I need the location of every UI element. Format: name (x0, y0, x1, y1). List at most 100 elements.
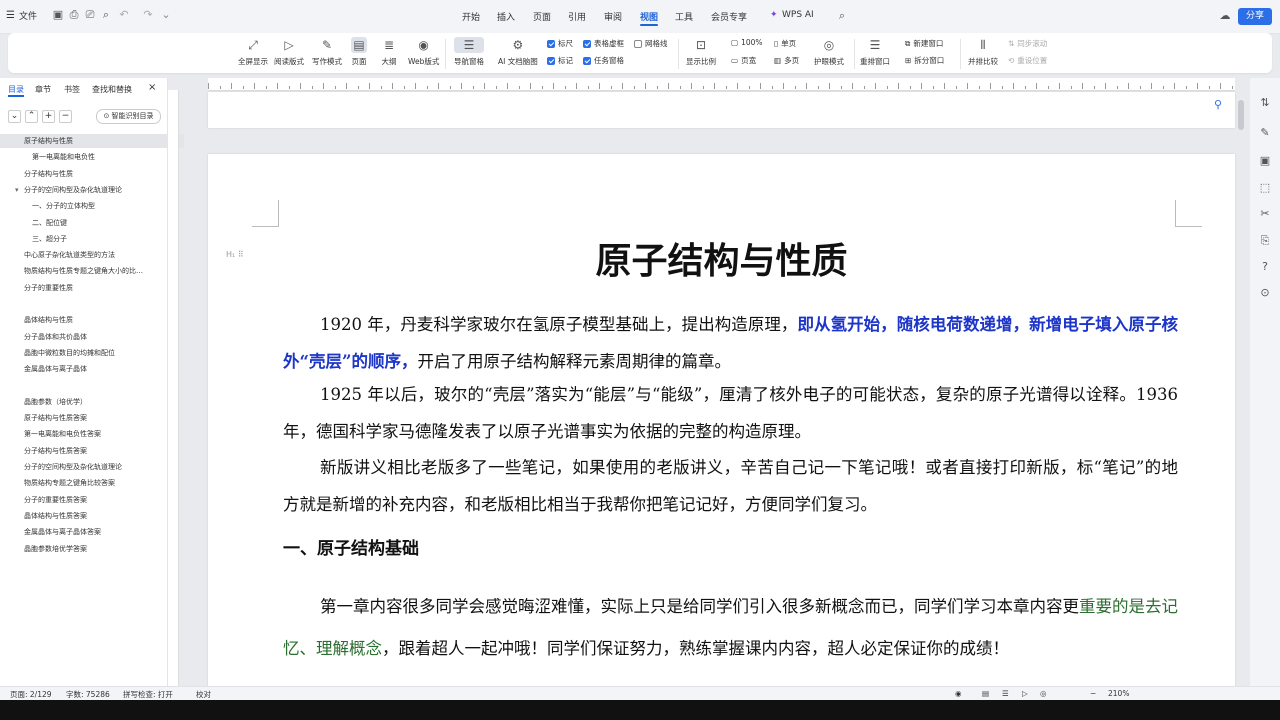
zoom-100-button[interactable]: ▢ 100% (731, 38, 763, 47)
menu-member[interactable]: 会员专享 (711, 10, 747, 23)
menu-review[interactable]: 审阅 (604, 10, 622, 23)
select-icon[interactable]: ⬚ (1258, 181, 1272, 195)
zoom-ratio-button[interactable]: ⊡ 显示比例 (686, 35, 716, 67)
side-by-side-button[interactable]: ⫴ 并排比较 (968, 35, 998, 67)
new-doc-icon[interactable]: ▣ (52, 9, 64, 21)
toc-item[interactable]: 分子的重要性质答案 (0, 493, 184, 507)
toc-item[interactable]: 分子晶体和共价晶体 (0, 330, 184, 344)
close-icon[interactable]: × (148, 82, 156, 93)
fullscreen-button[interactable]: ⤢ 全屏显示 (238, 35, 268, 67)
share-button[interactable]: 分享 (1238, 8, 1272, 25)
toc-item[interactable]: 晶胞参数（培优学） (0, 395, 184, 409)
collapse-all-icon[interactable]: ⌄ (8, 110, 21, 123)
word-count[interactable]: 字数: 75286 (66, 689, 110, 700)
reset-position-button[interactable]: ⟲ 重设位置 (1008, 55, 1047, 66)
reading-layout-button[interactable]: ▷ 阅读版式 (274, 35, 304, 67)
tools-icon[interactable]: ✂ (1258, 207, 1272, 221)
zoom-level[interactable]: 210% (1108, 689, 1129, 698)
single-page-button[interactable]: ▯ 单页 (774, 38, 796, 49)
task-pane-checkbox[interactable]: 任务窗格 (583, 55, 624, 66)
main-scrollbar[interactable] (1238, 100, 1244, 130)
toc-item[interactable]: 金属晶体与离子晶体 (0, 362, 184, 376)
menu-view[interactable]: 视图 (640, 10, 658, 23)
remove-heading-icon[interactable]: − (59, 110, 72, 123)
backup-icon[interactable]: ⊙ (1258, 286, 1272, 300)
share-icon[interactable]: ⎘ (1258, 234, 1272, 248)
undo-icon[interactable]: ↶ (118, 9, 130, 21)
smart-toc-button[interactable]: ⊙ 智能识别目录 (96, 109, 161, 124)
writing-mode-button[interactable]: ✎ 写作模式 (312, 35, 342, 67)
toc-item[interactable]: 第一电离能和电负性答案 (0, 427, 184, 441)
vertical-ruler[interactable] (168, 90, 179, 686)
table-gridlines-checkbox[interactable]: 表格虚框 (583, 38, 624, 49)
help-icon[interactable]: ? (1258, 260, 1272, 274)
toc-item[interactable] (0, 379, 184, 393)
toc-item[interactable]: 晶胞中微粒数目的均摊和配位 (0, 346, 184, 360)
markup-checkbox[interactable]: 标记 (547, 55, 573, 66)
menu-wps-ai[interactable]: WPS AI (782, 10, 814, 20)
sync-scroll-button[interactable]: ⇅ 同步滚动 (1008, 38, 1047, 49)
adjust-icon[interactable]: ⇅ (1258, 96, 1272, 110)
multi-page-button[interactable]: ▥ 多页 (774, 55, 799, 66)
toc-item[interactable]: 中心原子杂化轨道类型的方法 (0, 248, 184, 262)
file-menu[interactable]: ☰ 文件 (6, 9, 37, 22)
ai-mindmap-button[interactable]: ⚙ AI 文档脑图 (498, 35, 538, 67)
nav-pane-button[interactable]: ☰ 导航窗格 (454, 35, 484, 67)
menu-references[interactable]: 引用 (568, 10, 586, 23)
web-view-icon[interactable]: ◎ (1040, 689, 1047, 698)
tab-toc[interactable]: 目录 (8, 84, 24, 95)
image-edit-icon[interactable]: ▣ (1258, 154, 1272, 168)
menu-insert[interactable]: 插入 (497, 10, 515, 23)
redo-icon[interactable]: ↷ (142, 9, 154, 21)
outline-view-icon[interactable]: ☰ (1002, 689, 1009, 698)
spell-check-status[interactable]: 拼写检查: 打开 (123, 689, 173, 700)
chevron-up-icon[interactable]: ⌃ (25, 110, 38, 123)
toc-item[interactable]: 原子结构与性质答案 (0, 411, 184, 425)
toc-item[interactable]: 分子的重要性质 (0, 281, 184, 295)
horizontal-ruler[interactable] (208, 78, 1235, 91)
zoom-out-icon[interactable]: − (1090, 689, 1096, 698)
print-icon[interactable]: ⎚ (84, 9, 96, 21)
arrange-windows-button[interactable]: ☰ 重排窗口 (860, 35, 890, 67)
toc-item[interactable]: 分子结构与性质答案 (0, 444, 184, 458)
toc-item[interactable]: 三、超分子 (0, 232, 192, 246)
page-view-icon[interactable]: ▤ (982, 689, 989, 698)
play-icon[interactable]: ▷ (1022, 689, 1028, 698)
page-layout-button[interactable]: ▤ 页面 (351, 35, 367, 67)
toc-item[interactable]: 一、分子的立体构型 (0, 199, 192, 213)
toc-item[interactable]: 物质结构专题之键角比较答案 (0, 476, 184, 490)
toc-item[interactable]: 二、配位键 (0, 216, 192, 230)
document-page[interactable]: H₁ ⠿ 原子结构与性质 1920 年，丹麦科学家玻尔在氢原子模型基础上，提出构… (208, 154, 1235, 694)
menu-tools[interactable]: 工具 (675, 10, 693, 23)
toc-item[interactable]: 分子结构与性质 (0, 167, 184, 181)
outline-button[interactable]: ≣ 大纲 (381, 35, 397, 67)
chevron-down-icon[interactable]: ⌄ (160, 9, 172, 21)
page-width-button[interactable]: ▭ 页宽 (731, 55, 756, 66)
location-pin-icon[interactable]: ⚲ (1214, 98, 1222, 111)
tab-bookmarks[interactable]: 书签 (64, 84, 80, 95)
search-icon[interactable]: ⌕ (836, 10, 848, 22)
toc-item[interactable]: 晶体结构与性质 (0, 313, 184, 327)
tab-chapters[interactable]: 章节 (35, 84, 51, 95)
menu-home[interactable]: 开始 (462, 10, 480, 23)
web-layout-button[interactable]: ◉ Web版式 (408, 35, 439, 67)
split-window-button[interactable]: ⊞ 拆分窗口 (905, 55, 944, 66)
add-heading-icon[interactable]: + (42, 110, 55, 123)
toc-item[interactable]: 金属晶体与离子晶体答案 (0, 525, 184, 539)
toc-item[interactable]: 物质结构与性质专题之键角大小的比… (0, 264, 184, 278)
toc-item[interactable]: 晶体结构与性质答案 (0, 509, 184, 523)
toc-item[interactable]: 第一电离能和电负性 (0, 150, 192, 164)
eye-icon[interactable]: ◉ (955, 689, 962, 698)
new-window-button[interactable]: ⧉ 新建窗口 (905, 38, 943, 49)
toc-item[interactable]: 晶胞参数培优学答案 (0, 542, 184, 556)
proofread-status[interactable]: 校对 (196, 689, 211, 700)
chevron-down-icon[interactable]: ▾ (15, 183, 19, 197)
menu-layout[interactable]: 页面 (533, 10, 551, 23)
eye-mode-button[interactable]: ◎ 护眼模式 (814, 35, 844, 67)
gridlines-checkbox[interactable]: 网格线 (634, 38, 668, 49)
preview-icon[interactable]: ⌕ (100, 9, 112, 21)
toc-item[interactable]: 分子的空间构型及杂化轨道理论 (0, 460, 184, 474)
open-folder-icon[interactable]: ⎙ (68, 9, 80, 21)
toc-item[interactable]: ▾ 分子的空间构型及杂化轨道理论 (0, 183, 184, 197)
pen-icon[interactable]: ✎ (1258, 126, 1272, 140)
